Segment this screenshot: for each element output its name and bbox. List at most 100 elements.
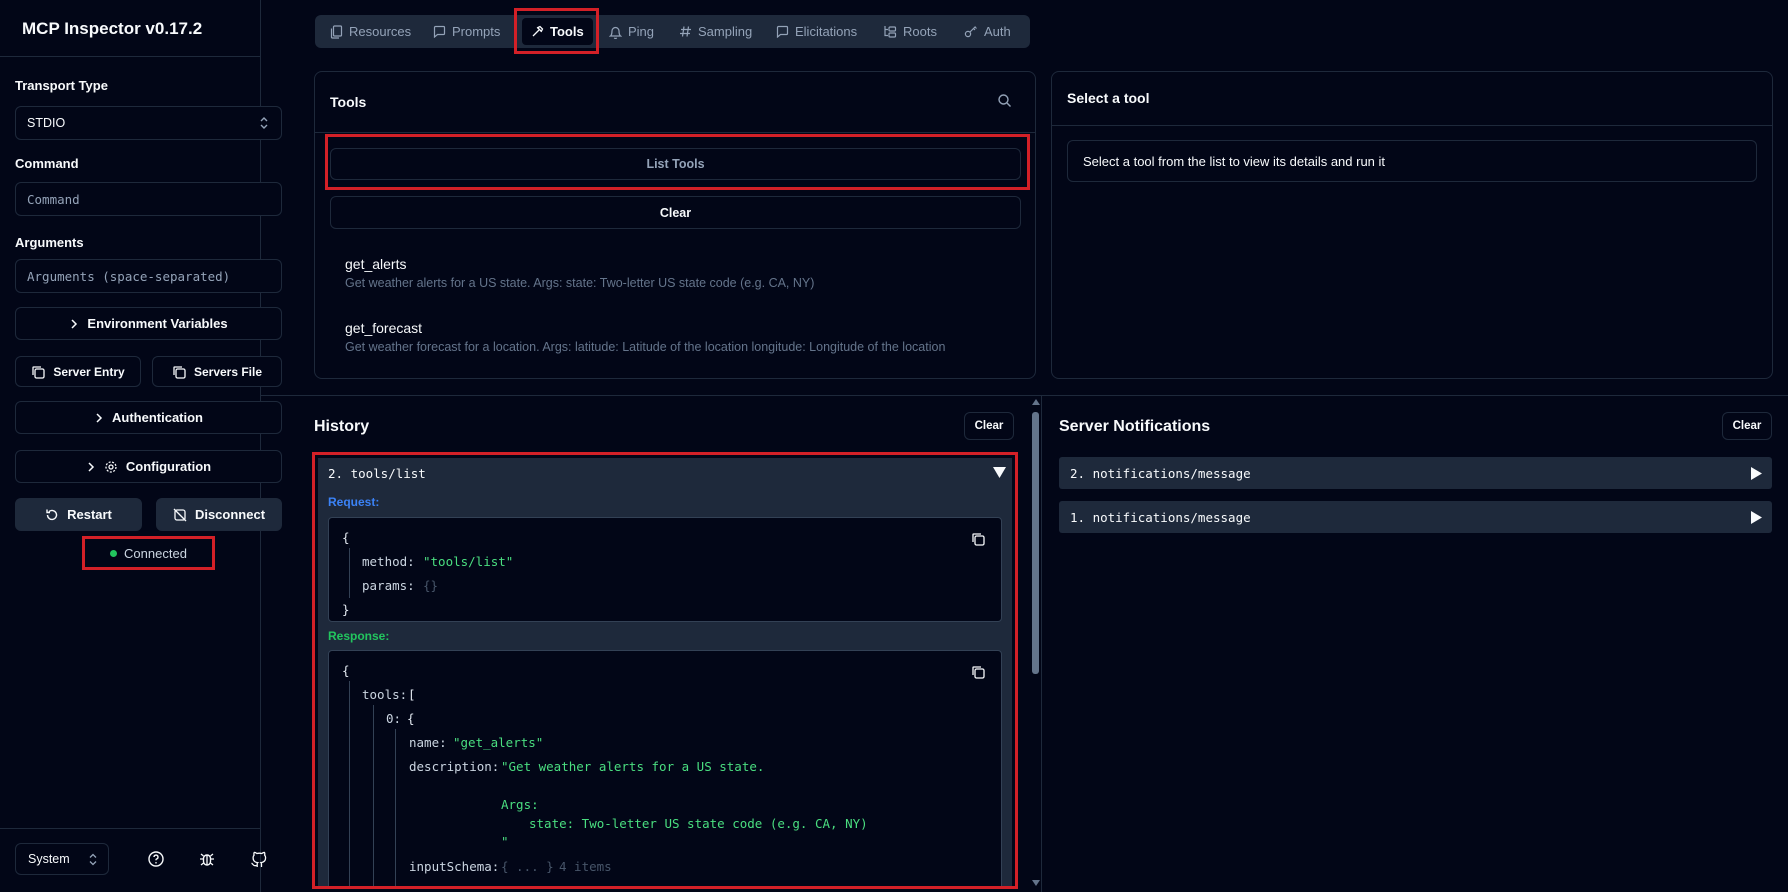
notification-item[interactable]: 1. notifications/message: [1059, 501, 1772, 533]
divider: [0, 828, 261, 829]
scrollbar-thumb[interactable]: [1032, 412, 1039, 674]
tab-label: Auth: [984, 24, 1011, 39]
notification-title: 2. notifications/message: [1070, 465, 1251, 481]
code-string: "tools/list": [423, 554, 514, 569]
tab-bar: Resources Prompts Tools Ping Sampling El…: [315, 15, 1030, 48]
disconnect-label: Disconnect: [194, 507, 266, 522]
chevron-right-icon: [94, 412, 104, 423]
code-key: name:: [409, 735, 447, 750]
tool-name[interactable]: get_forecast: [345, 320, 422, 336]
status-text: Connected: [124, 545, 187, 561]
hash-icon: [679, 25, 692, 38]
tab-resources[interactable]: Resources: [324, 18, 417, 45]
server-entry-button[interactable]: Server Entry: [15, 356, 141, 387]
code-key: method:: [362, 554, 415, 569]
tab-roots[interactable]: Roots: [877, 18, 943, 45]
restart-button[interactable]: Restart: [15, 498, 142, 531]
tab-auth[interactable]: Auth: [958, 18, 1017, 45]
notification-item[interactable]: 2. notifications/message: [1059, 457, 1772, 489]
chevrons-up-down-icon: [88, 853, 98, 866]
message-square-icon: [433, 25, 446, 38]
scroll-down-arrow-icon[interactable]: [1032, 880, 1040, 886]
theme-value: System: [28, 852, 70, 866]
code-bracket: [: [408, 687, 416, 702]
request-code-block: { method: "tools/list" params: {} }: [328, 517, 1002, 622]
chevron-right-icon: [86, 461, 96, 472]
rotate-ccw-icon: [45, 508, 59, 522]
code-string: "Get weather alerts for a US state.: [501, 759, 765, 774]
response-label: Response:: [328, 629, 390, 643]
tools-panel-title: Tools: [330, 94, 367, 110]
history-entry: 2. tools/list Request: { method: "tools/…: [318, 458, 1012, 886]
request-label: Request:: [328, 495, 380, 509]
tab-label: Roots: [903, 24, 937, 39]
divider: [315, 132, 1035, 133]
tab-elicitations[interactable]: Elicitations: [770, 18, 863, 45]
tab-label: Prompts: [452, 24, 501, 39]
code-brace: }: [342, 602, 350, 617]
disconnect-button[interactable]: Disconnect: [156, 498, 282, 531]
tab-label: Resources: [349, 24, 412, 39]
restart-label: Restart: [67, 507, 112, 522]
code-key: tools:: [362, 687, 408, 702]
code-string: ": [501, 834, 509, 849]
tab-label: Sampling: [698, 24, 753, 39]
configuration-button[interactable]: Configuration: [15, 450, 282, 483]
history-entry-title[interactable]: 2. tools/list: [328, 466, 426, 481]
copy-icon: [172, 365, 186, 379]
tool-detail-title: Select a tool: [1067, 90, 1150, 106]
arguments-input[interactable]: Arguments (space-separated): [15, 259, 282, 293]
code-string: Args:: [501, 797, 539, 812]
code-brace: {: [407, 711, 415, 726]
triangle-right-icon: [1751, 466, 1762, 480]
code-value: {}: [423, 578, 439, 593]
divider: [1041, 395, 1042, 892]
code-key: 0:: [386, 711, 402, 726]
code-key: params:: [362, 578, 415, 593]
notifications-clear-button[interactable]: Clear: [1722, 412, 1772, 440]
history-clear-button[interactable]: Clear: [964, 412, 1014, 440]
configuration-label: Configuration: [125, 459, 212, 474]
code-brace: {: [342, 530, 350, 545]
command-label: Command: [15, 156, 79, 171]
triangle-right-icon: [1751, 510, 1762, 524]
copy-icon[interactable]: [971, 665, 985, 679]
tool-description: Get weather forecast for a location. Arg…: [345, 340, 946, 354]
indent-guide: [373, 705, 374, 886]
server-entry-label: Server Entry: [53, 364, 125, 379]
copy-icon[interactable]: [971, 532, 985, 546]
arguments-label: Arguments: [15, 235, 84, 250]
triangle-down-icon[interactable]: [993, 467, 1006, 478]
tool-name[interactable]: get_alerts: [345, 256, 406, 272]
transport-type-select[interactable]: STDIO: [15, 106, 282, 140]
search-icon[interactable]: [997, 93, 1012, 108]
environment-variables-label: Environment Variables: [87, 316, 228, 331]
tool-description: Get weather alerts for a US state. Args:…: [345, 276, 815, 290]
divider: [261, 395, 1788, 396]
files-icon: [330, 24, 343, 39]
code-key: inputSchema:: [409, 859, 500, 874]
list-tools-button[interactable]: List Tools: [330, 148, 1021, 180]
code-item-count: 4 items: [559, 859, 612, 874]
environment-variables-button[interactable]: Environment Variables: [15, 307, 282, 340]
transport-type-label: Transport Type: [15, 78, 108, 93]
help-circle-icon[interactable]: [147, 850, 165, 868]
scroll-up-arrow-icon[interactable]: [1032, 399, 1040, 405]
theme-select[interactable]: System: [15, 843, 109, 875]
bug-icon[interactable]: [198, 850, 216, 868]
gear-icon: [104, 460, 118, 474]
code-brace: {: [342, 663, 350, 678]
notification-title: 1. notifications/message: [1070, 509, 1251, 525]
tab-prompts[interactable]: Prompts: [427, 18, 506, 45]
tab-label: Elicitations: [795, 24, 858, 39]
code-collapsed-value[interactable]: { ... }: [501, 859, 554, 874]
authentication-button[interactable]: Authentication: [15, 401, 282, 434]
status-dot: [110, 549, 118, 557]
clear-tools-button[interactable]: Clear: [330, 196, 1021, 229]
tab-ping[interactable]: Ping: [603, 18, 660, 45]
servers-file-button[interactable]: Servers File: [152, 356, 282, 387]
tab-sampling[interactable]: Sampling: [673, 18, 758, 45]
command-input[interactable]: Command: [15, 182, 282, 216]
key-icon: [964, 25, 978, 38]
github-icon[interactable]: [250, 850, 268, 868]
